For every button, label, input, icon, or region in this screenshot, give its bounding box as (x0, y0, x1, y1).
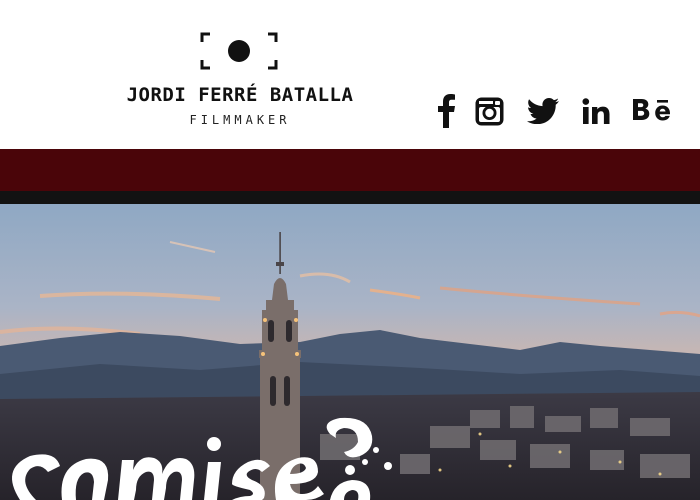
navigation-bar[interactable] (0, 149, 700, 191)
camera-focus-icon (200, 32, 278, 70)
site-logo[interactable]: JORDI FERRÉ BATALLA FILMMAKER (120, 28, 360, 138)
behance-link[interactable] (632, 96, 672, 132)
hero-image (0, 204, 700, 500)
linkedin-icon (582, 98, 610, 124)
instagram-icon (475, 97, 504, 126)
brand-name: JORDI FERRÉ BATALLA (126, 84, 354, 106)
behance-icon (633, 99, 670, 121)
linkedin-link[interactable] (582, 98, 610, 134)
twitter-link[interactable] (527, 98, 559, 134)
hero-video-frame[interactable] (0, 204, 700, 500)
nav-divider (0, 191, 700, 204)
twitter-icon (527, 98, 559, 124)
instagram-link[interactable] (474, 96, 505, 132)
site-header: JORDI FERRÉ BATALLA FILMMAKER (0, 0, 700, 149)
brand-tagline: FILMMAKER (189, 113, 291, 127)
facebook-link[interactable] (436, 94, 456, 130)
facebook-icon (438, 94, 455, 128)
